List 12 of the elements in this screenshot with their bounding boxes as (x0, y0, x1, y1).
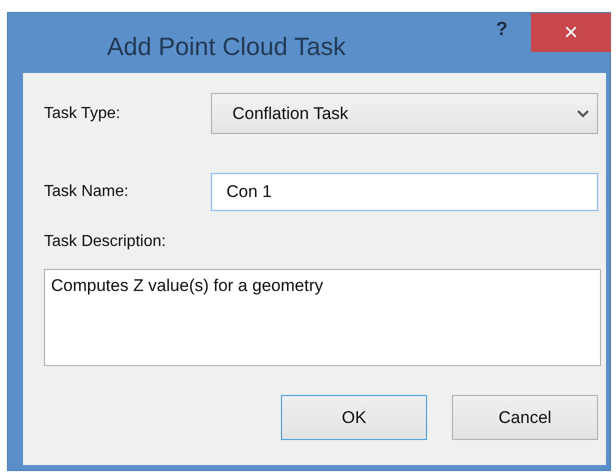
task-name-label: Task Name: (44, 183, 130, 201)
dialog-button[interactable]: OK (281, 395, 427, 440)
close-button[interactable]: × (531, 13, 611, 52)
dialog-button[interactable]: Cancel (452, 395, 598, 440)
window-title: Add Point Cloud Task (107, 32, 346, 62)
task-name-field[interactable]: Con 1 (211, 173, 598, 211)
help-button[interactable]: ? (496, 19, 508, 41)
chevron-icon (577, 110, 589, 118)
task-description-label: Task Description: (44, 233, 167, 251)
task-type-label: Task Type: (44, 104, 122, 122)
task-description-field[interactable]: Computes Z value(s) for a geometry (44, 269, 601, 366)
task-type-dropdown[interactable]: Conflation Task (211, 93, 598, 134)
